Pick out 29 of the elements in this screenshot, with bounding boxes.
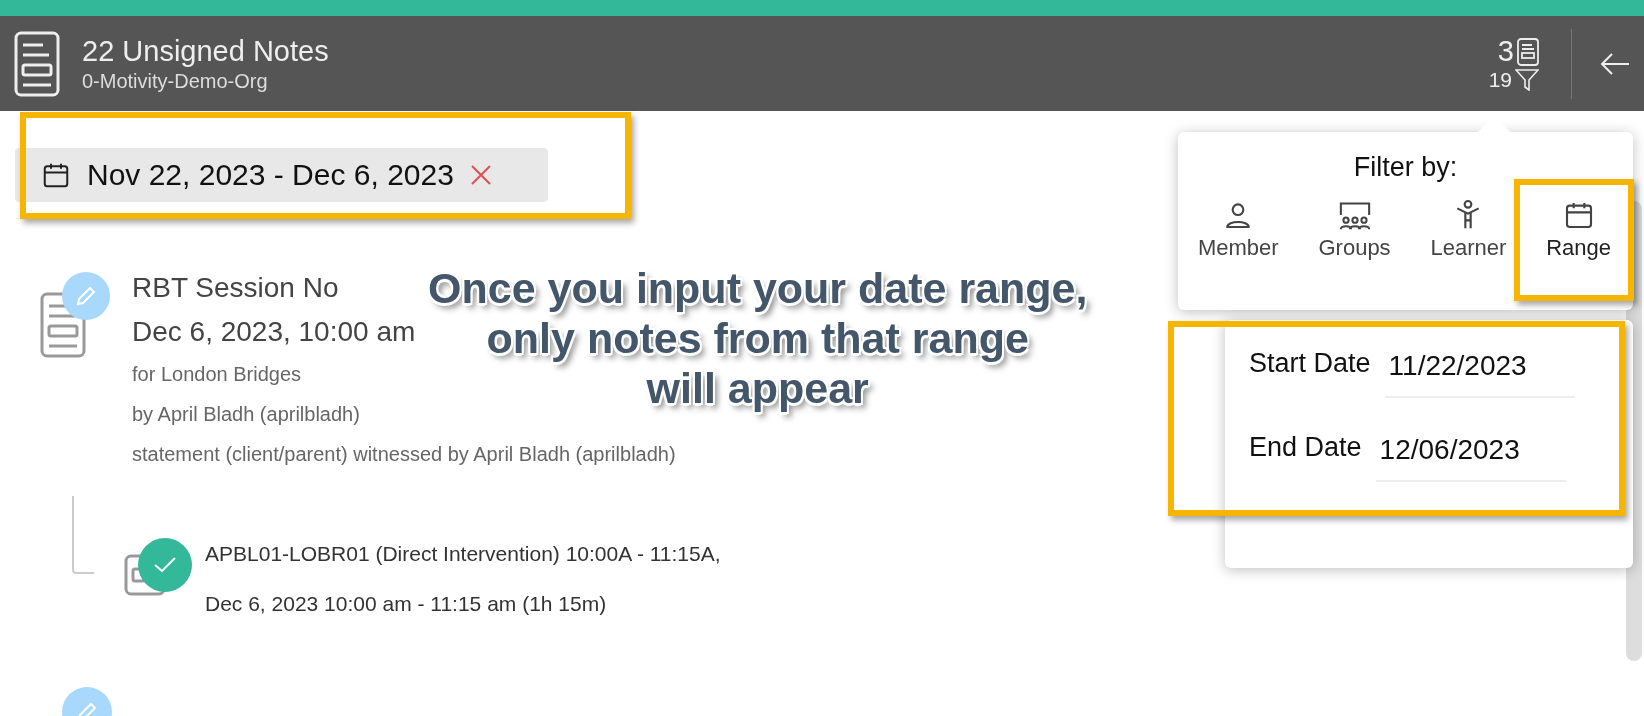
filter-option[interactable]: Member: [1195, 199, 1281, 261]
note-detail: statement (client/parent) witnessed by April Bladh (aprilbladh): [132, 442, 676, 467]
note-detail: for London Bridges: [132, 362, 301, 387]
date-label: End Date: [1249, 431, 1362, 463]
annotation-caption: Once you input your date range, only notes from that range will appear: [428, 263, 1088, 413]
clear-icon[interactable]: [469, 164, 492, 186]
filter-icon[interactable]: [1515, 69, 1539, 91]
org-name: 0-Motivity-Demo-Org: [82, 68, 269, 94]
filter-count: 19: [1488, 68, 1512, 92]
date-field[interactable]: 12/06/2023: [1375, 428, 1566, 482]
note-title[interactable]: RBT Session No: [132, 266, 339, 310]
date-field[interactable]: 11/22/2023: [1384, 344, 1575, 398]
date-range-label: Nov 22, 2023 - Dec 6, 2023: [87, 158, 454, 192]
note-icon: [14, 30, 60, 97]
back-arrow-icon[interactable]: [1600, 51, 1630, 76]
check-icon: [152, 555, 178, 575]
document-icon: [1517, 37, 1539, 66]
session-title[interactable]: APBL01-LOBR01 (Direct Intervention) 10:00A - 11:15A,: [205, 529, 721, 579]
note-detail: by April Bladh (aprilbladh): [132, 402, 360, 427]
note-time: Dec 6, 2023, 10:00 am: [132, 315, 416, 349]
filter-option[interactable]: Learner: [1428, 199, 1509, 261]
date-label: Start Date: [1249, 347, 1371, 379]
filter-option[interactable]: Groups: [1316, 199, 1393, 261]
pencil-icon: [74, 284, 98, 308]
date-range-chip[interactable]: Nov 22, 2023 - Dec 6, 2023: [15, 148, 548, 202]
session-time: Dec 6, 2023 10:00 am - 11:15 am (1h 15m): [205, 591, 607, 617]
filter-title: Filter by:: [1353, 152, 1458, 183]
unsigned-count: 3: [1497, 35, 1514, 68]
page-title: 22 Unsigned Notes: [82, 33, 330, 68]
